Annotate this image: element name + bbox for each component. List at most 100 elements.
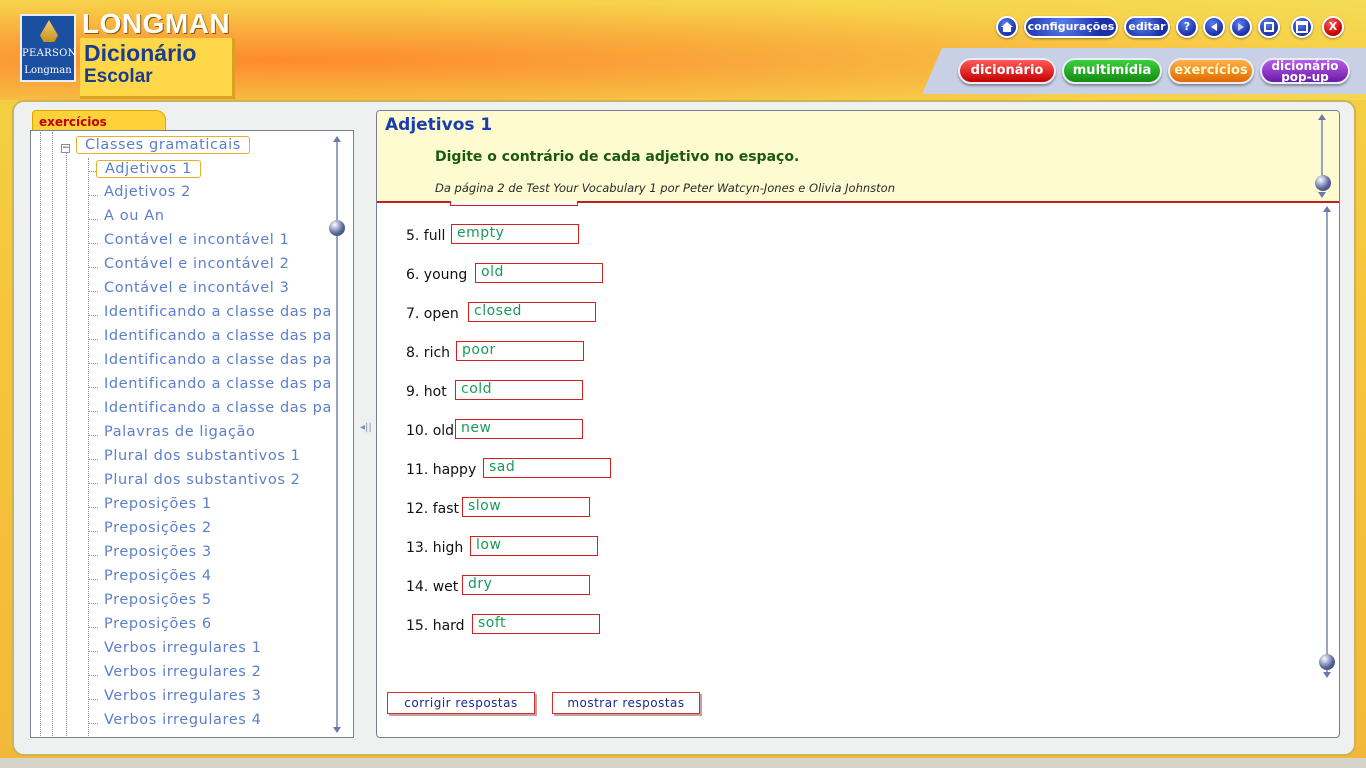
content-scrollbar[interactable]: [1326, 212, 1328, 672]
nav-dictionary-button[interactable]: dicionário: [958, 58, 1056, 84]
tree-item[interactable]: Contável e incontável 1: [104, 232, 289, 248]
question-label: 7. open: [406, 306, 459, 322]
edit-button[interactable]: editar: [1124, 16, 1170, 38]
answer-input[interactable]: old: [475, 263, 603, 283]
answer-input[interactable]: empty: [451, 224, 579, 244]
content-scroll-thumb[interactable]: [1319, 654, 1335, 670]
question-label: 10. old: [406, 423, 455, 439]
exercise-source: Da página 2 de Test Your Vocabulary 1 po…: [435, 181, 895, 195]
exercise-header: Adjetivos 1 Digite o contrário de cada a…: [377, 111, 1339, 203]
content-scroll-down-icon[interactable]: [1323, 672, 1331, 678]
show-answers-button[interactable]: mostrar respostas: [552, 692, 700, 714]
tree-connector: [88, 195, 98, 196]
maximize-window-button[interactable]: [1291, 16, 1313, 38]
tree-connector: [88, 483, 98, 484]
tree-item[interactable]: Identificando a classe das pa: [104, 400, 330, 416]
tree-connector: [88, 267, 98, 268]
settings-button[interactable]: configurações: [1024, 16, 1118, 38]
answer-input[interactable]: soft: [472, 614, 600, 634]
tree-connector: [88, 363, 98, 364]
tree-item[interactable]: Adjetivos 1: [96, 160, 201, 178]
exercise-instruction: Digite o contrário de cada adjetivo no e…: [435, 149, 800, 165]
tree-item[interactable]: Identificando a classe das pa: [104, 376, 330, 392]
tree-connector: [88, 651, 98, 652]
tree-item[interactable]: Contável e incontável 2: [104, 256, 289, 272]
tree-item[interactable]: Contável e incontável 3: [104, 280, 289, 296]
question-label: 14. wet: [406, 579, 459, 595]
help-button[interactable]: ?: [1176, 16, 1198, 38]
clipped-answer-input[interactable]: [450, 201, 578, 206]
tree-connector: [88, 579, 98, 580]
answer-input[interactable]: dry: [462, 575, 590, 595]
collapse-minus-icon[interactable]: −: [61, 144, 70, 153]
tree-item[interactable]: Preposições 6: [104, 616, 212, 632]
check-answers-button[interactable]: corrigir respostas: [387, 692, 535, 714]
brand-name: LONGMAN: [82, 8, 231, 39]
nav-popup-dictionary-button[interactable]: dicionário pop-up: [1260, 58, 1350, 84]
tree-item[interactable]: Plural dos substantivos 1: [104, 448, 301, 464]
answer-input[interactable]: cold: [455, 380, 583, 400]
collapse-panel-icon[interactable]: ◂||: [360, 422, 372, 433]
answer-input[interactable]: closed: [468, 302, 596, 322]
tree-item[interactable]: Verbos irregulares 1: [104, 640, 261, 656]
ship-icon: [40, 20, 58, 42]
answer-input[interactable]: new: [455, 419, 583, 439]
sidebar-scroll-up-icon[interactable]: [333, 136, 341, 142]
nav-exercises-button[interactable]: exercícios: [1168, 58, 1254, 84]
question-label: 12. fast: [406, 501, 460, 517]
question-label: 8. rich: [406, 345, 451, 361]
sidebar-scroll-down-icon[interactable]: [333, 727, 341, 733]
close-button[interactable]: X: [1322, 16, 1344, 38]
tree-guide-line: [40, 132, 41, 736]
tree-connector: [88, 603, 98, 604]
tree-connector: [88, 291, 98, 292]
tree-item[interactable]: Verbos irregulares 2: [104, 664, 261, 680]
tree-item[interactable]: Adjetivos 2: [104, 184, 191, 200]
sidebar-scroll-thumb[interactable]: [329, 220, 345, 236]
question-label: 5. full: [406, 228, 446, 244]
answer-input[interactable]: sad: [483, 458, 611, 478]
answer-input[interactable]: low: [470, 536, 598, 556]
tree-connector: [88, 387, 98, 388]
question-label: 13. high: [406, 540, 464, 556]
question-label: 11. happy: [406, 462, 477, 478]
tree-connector: [88, 339, 98, 340]
tree-item[interactable]: Verbos irregulares 3: [104, 688, 261, 704]
content-scroll-up-icon[interactable]: [1323, 206, 1331, 212]
forward-arrow-icon: [1238, 23, 1244, 31]
header-scroll-thumb[interactable]: [1315, 175, 1331, 191]
tree-root-classes-gramaticais[interactable]: Classes gramaticais: [76, 136, 250, 154]
tree-item[interactable]: Identificando a classe das pa: [104, 328, 330, 344]
restore-icon: [1264, 22, 1274, 32]
tree-item[interactable]: Palavras de ligação: [104, 424, 256, 440]
tree-item[interactable]: Preposições 1: [104, 496, 212, 512]
tree-item[interactable]: A ou An: [104, 208, 165, 224]
back-arrow-icon: [1211, 23, 1217, 31]
tree-item[interactable]: Plural dos substantivos 2: [104, 472, 301, 488]
home-button[interactable]: [996, 16, 1018, 38]
tree-connector: [88, 411, 98, 412]
answer-input[interactable]: poor: [456, 341, 584, 361]
header-scroll-up-icon[interactable]: [1318, 114, 1326, 120]
tree-item[interactable]: Identificando a classe das pa: [104, 352, 330, 368]
restore-window-button[interactable]: [1258, 16, 1280, 38]
tree-item[interactable]: Identificando a classe das pa: [104, 304, 330, 320]
tree-item[interactable]: Preposições 4: [104, 568, 212, 584]
sidebar-tab-exercises[interactable]: exercícios: [32, 110, 166, 132]
back-button[interactable]: [1203, 16, 1225, 38]
tree-connector: [88, 627, 98, 628]
nav-multimedia-button[interactable]: multimídia: [1062, 58, 1162, 84]
tree-item[interactable]: Preposições 5: [104, 592, 212, 608]
tree-guide-line: [66, 152, 67, 736]
tree-connector: [88, 243, 98, 244]
answer-input[interactable]: slow: [462, 497, 590, 517]
tree-item[interactable]: Preposições 2: [104, 520, 212, 536]
tree-item[interactable]: Preposições 3: [104, 544, 212, 560]
forward-button[interactable]: [1230, 16, 1252, 38]
tree-connector: [88, 675, 98, 676]
tree-connector: [88, 459, 98, 460]
tree-item[interactable]: Verbos irregulares 4: [104, 712, 261, 728]
maximize-icon: [1296, 21, 1308, 33]
header-scroll-down-icon[interactable]: [1318, 192, 1326, 198]
exercise-title: Adjetivos 1: [385, 115, 493, 135]
